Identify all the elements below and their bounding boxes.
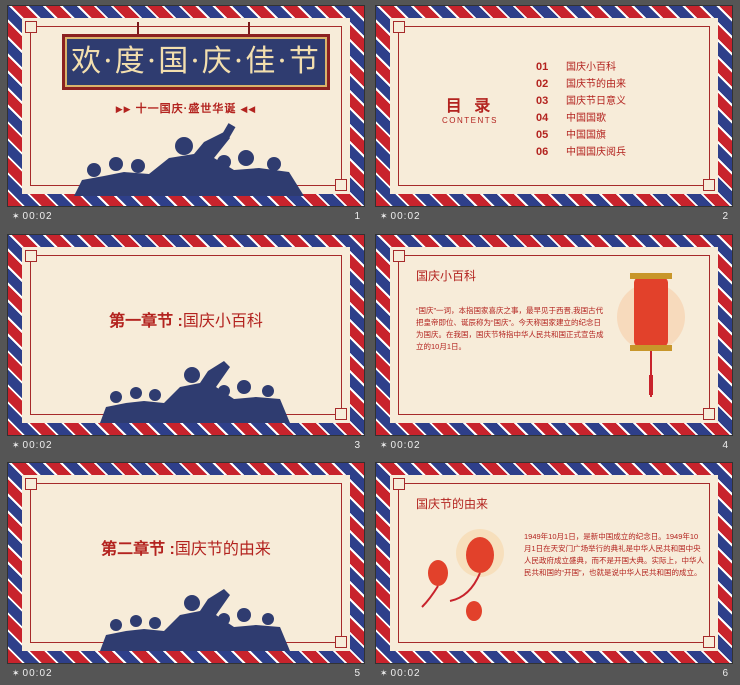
chapter-prefix: 第一章节 [109,313,174,330]
slide-timing: 00:02 [390,668,421,679]
slide-4[interactable]: 国庆小百科 “国庆”一词，本指国家喜庆之事，最早见于西晋,我国古代把皇帝即位、诞… [375,234,733,436]
slide-2[interactable]: 目 录 CONTENTS 01 国庆小百科 02 国庆节的由来 03 国庆节日意义 0… [375,5,733,207]
lanterns-image [421,529,504,621]
arrow-left-icon: ◀◀ [240,104,257,114]
slide-thumb-4[interactable]: 国庆小百科 “国庆”一词，本指国家喜庆之事，最早见于西晋,我国古代把皇帝即位、诞… [375,234,733,457]
toc-label: 中国国旗 [566,130,606,141]
slide-number: 3 [354,440,360,451]
slide-number: 2 [722,211,728,222]
slide-5[interactable]: 第二章节 :国庆节的由来 [7,462,365,664]
chapter-separator: : [165,541,175,558]
toc-item: 03 国庆节日意义 [536,92,626,109]
slide-3[interactable]: 第一章节 :国庆小百科 [7,234,365,436]
slide-thumb-6[interactable]: 国庆节的由来 1949年10月1日，是新中国成立的纪念日。1949年10月1日在… [375,462,733,685]
slide-timing: 00:02 [22,211,53,222]
toc-number: 05 [536,129,549,141]
slide-timing: 00:02 [390,211,421,222]
star-icon: ✶ [12,211,21,221]
slide-timing: 00:02 [390,440,421,451]
slide-thumb-3[interactable]: 第一章节 :国庆小百科 ✶ 00:02 3 [7,234,365,457]
star-icon: ✶ [380,211,389,221]
slide-number: 5 [354,668,360,679]
content-heading: 国庆节的由来 [416,497,489,511]
slide-thumb-5[interactable]: 第二章节 :国庆节的由来 ✶ 00:02 5 [7,462,365,685]
content-body: 1949年10月1日，是新中国成立的纪念日。1949年10月1日在天安门广场举行… [524,532,704,577]
slide-thumb-2[interactable]: 目 录 CONTENTS 01 国庆小百科 02 国庆节的由来 03 国庆节日意义 0… [375,5,733,228]
toc-number: 03 [536,95,549,107]
toc-item: 01 国庆小百科 [536,58,626,75]
toc-label: 国庆节的由来 [566,79,626,90]
slide-1[interactable]: 欢·度·国·庆·佳·节 ▶▶ 十一国庆·盛世华诞 ◀◀ [7,5,365,207]
crowd-illustration [74,123,304,196]
slide-status-bar: ✶ 00:02 5 [8,665,364,683]
content-body: “国庆”一词，本指国家喜庆之事，最早见于西晋,我国古代把皇帝即位、诞辰称为“国庆… [416,306,604,351]
content-heading: 国庆小百科 [416,269,477,283]
slide-title: 欢·度·国·庆·佳·节 [71,44,321,79]
slide-status-bar: ✶ 00:02 2 [376,208,732,226]
lantern-image [617,273,685,397]
toc-number: 02 [536,78,549,90]
slide-status-bar: ✶ 00:02 4 [376,437,732,455]
slide-status-bar: ✶ 00:02 1 [8,208,364,226]
toc-number: 04 [536,112,549,124]
toc-label: 国庆节日意义 [566,96,626,107]
slide-subtitle: ▶▶ 十一国庆·盛世华诞 ◀◀ [22,100,350,116]
crowd-illustration [100,361,290,423]
toc-number: 01 [536,61,549,73]
slide-number: 1 [354,211,360,222]
chapter-prefix: 第二章节 [101,541,166,558]
slide-number: 4 [722,440,728,451]
slide-6[interactable]: 国庆节的由来 1949年10月1日，是新中国成立的纪念日。1949年10月1日在… [375,462,733,664]
toc-number: 06 [536,146,549,158]
star-icon: ✶ [380,440,389,450]
toc-item: 04 中国国歌 [536,109,626,126]
toc-title: 目 录 [445,98,495,115]
slide-status-bar: ✶ 00:02 3 [8,437,364,455]
subtitle-text: 十一国庆·盛世华诞 [135,103,237,115]
chapter-title: 国庆节的由来 [174,541,271,558]
toc-label: 中国国庆阅兵 [566,147,626,158]
slide-timing: 00:02 [22,668,53,679]
slide-timing: 00:02 [22,440,53,451]
star-icon: ✶ [12,440,21,450]
title-plate: 欢·度·国·庆·佳·节 [62,34,330,90]
toc-label: 国庆小百科 [566,62,616,73]
toc-item: 02 国庆节的由来 [536,75,626,92]
chapter-heading: 第二章节 :国庆节的由来 [22,535,350,559]
chapter-heading: 第一章节 :国庆小百科 [22,307,350,331]
toc-item: 05 中国国旗 [536,126,626,143]
chapter-title: 国庆小百科 [182,313,263,330]
star-icon: ✶ [12,668,21,678]
toc-subtitle: CONTENTS [442,116,498,125]
slide-status-bar: ✶ 00:02 6 [376,665,732,683]
star-icon: ✶ [380,668,389,678]
slide-thumb-1[interactable]: 欢·度·国·庆·佳·节 ▶▶ 十一国庆·盛世华诞 ◀◀ ✶ 00:02 1 [7,5,365,228]
toc-list: 01 国庆小百科 02 国庆节的由来 03 国庆节日意义 04 中国国歌 05 中国国旗 … [536,58,626,160]
arrow-right-icon: ▶▶ [115,104,132,114]
toc-label: 中国国歌 [566,113,606,124]
slide-number: 6 [722,668,728,679]
crowd-illustration [100,589,290,651]
toc-item: 06 中国国庆阅兵 [536,143,626,160]
chapter-separator: : [173,313,183,330]
